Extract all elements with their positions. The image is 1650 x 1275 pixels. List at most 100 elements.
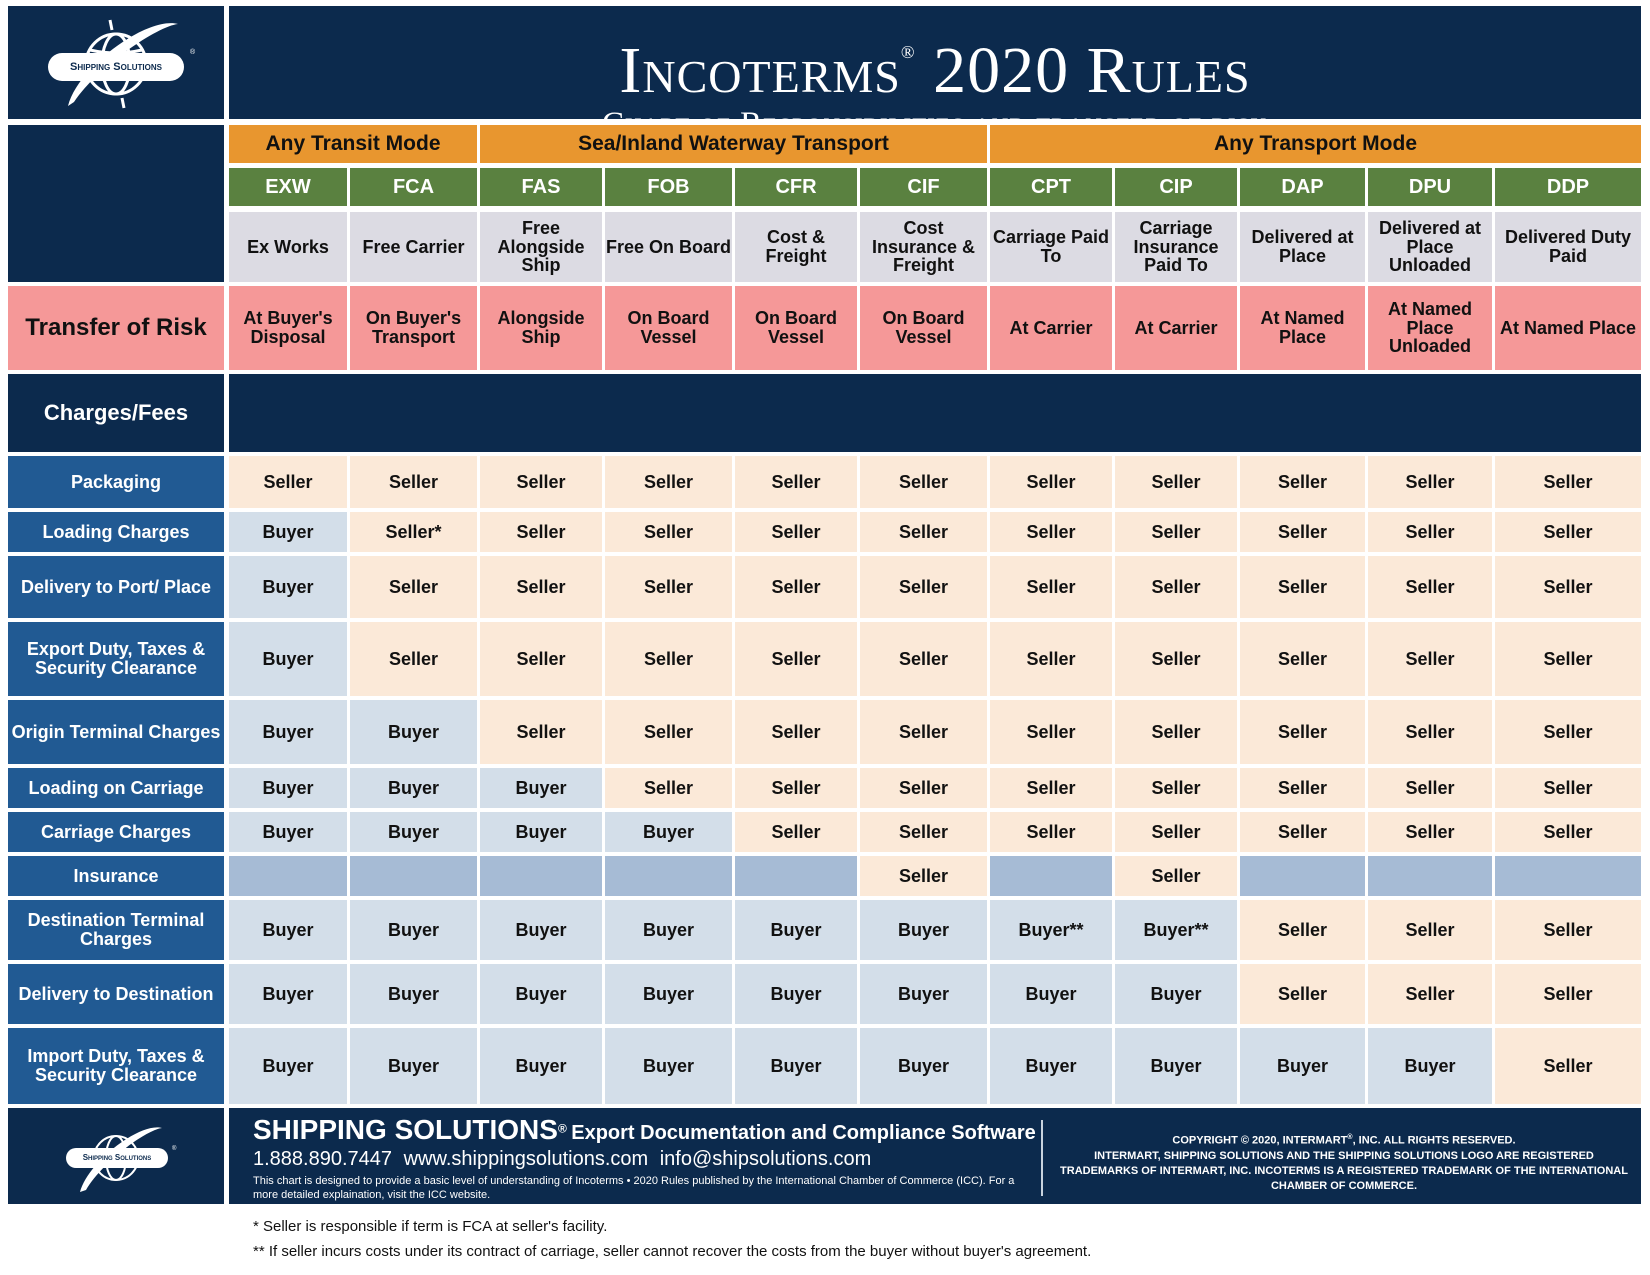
title-incoterms: Incoterms [619,34,901,107]
responsibility-cell [229,856,347,896]
responsibility-cell [480,856,602,896]
risk-transfer-fca: On Buyer's Transport [350,286,477,370]
logo-wordmark: Shipping Solutions [48,53,184,81]
responsibility-cell [735,856,857,896]
charge-row-label: Delivery to Port/ Place [8,556,224,618]
responsibility-cell: Seller [1240,512,1365,552]
responsibility-cell: Seller [605,456,732,508]
responsibility-cell: Seller [860,768,987,808]
footnote-double-asterisk: ** If seller incurs costs under its cont… [253,1243,1092,1260]
transfer-of-risk-label: Transfer of Risk [8,286,224,370]
responsibility-cell: Buyer [1115,1028,1237,1104]
responsibility-cell: Seller [1115,512,1237,552]
responsibility-cell: Seller [1240,700,1365,764]
responsibility-cell: Seller [1495,900,1641,960]
responsibility-cell: Buyer [605,812,732,852]
responsibility-cell: Seller [1368,900,1492,960]
responsibility-cell: Buyer [480,768,602,808]
risk-transfer-fob: On Board Vessel [605,286,732,370]
charge-row-label: Origin Terminal Charges [8,700,224,764]
responsibility-cell: Buyer [990,1028,1112,1104]
term-name-dap: Delivered at Place [1240,212,1365,282]
responsibility-cell: Seller [1495,768,1641,808]
term-name-dpu: Delivered at Place Unloaded [1368,212,1492,282]
copyright-line-1-rest: , INC. ALL RIGHTS RESERVED. [1352,1134,1516,1147]
responsibility-cell: Seller [1240,900,1365,960]
responsibility-cell: Buyer [350,964,477,1024]
responsibility-cell: Buyer [350,900,477,960]
brand-name: SHIPPING SOLUTIONS [253,1114,558,1145]
responsibility-cell: Seller [1240,964,1365,1024]
footer-divider [1041,1120,1043,1196]
responsibility-cell: Seller [605,512,732,552]
responsibility-cell: Buyer [735,1028,857,1104]
responsibility-cell: Seller [605,622,732,696]
charge-row-label: Loading on Carriage [8,768,224,808]
charge-row-label: Loading Charges [8,512,224,552]
risk-transfer-cfr: On Board Vessel [735,286,857,370]
responsibility-cell: Seller [1115,700,1237,764]
term-name-fas: Free Alongside Ship [480,212,602,282]
term-code-cfr: CFR [735,168,857,206]
term-name-ddp: Delivered Duty Paid [1495,212,1641,282]
transport-mode-header: Any Transport Mode [990,125,1641,163]
responsibility-cell: Buyer [229,700,347,764]
term-name-exw: Ex Works [229,212,347,282]
responsibility-cell: Buyer [350,700,477,764]
email-link[interactable]: info@shipsolutions.com [660,1148,872,1170]
responsibility-cell: Buyer [350,1028,477,1104]
charge-row-label: Destination Terminal Charges [8,900,224,960]
responsibility-cell: Buyer [735,900,857,960]
responsibility-cell: Seller [1495,700,1641,764]
corner-header-block [8,125,224,282]
brand-tagline: Export Documentation and Compliance Soft… [571,1122,1036,1144]
responsibility-cell: Seller* [350,512,477,552]
responsibility-cell: Seller [990,768,1112,808]
term-code-cpt: CPT [990,168,1112,206]
footer-info: SHIPPING SOLUTIONS® Export Documentation… [229,1108,1641,1204]
term-code-fca: FCA [350,168,477,206]
footer-logo-wordmark: Shipping Solutions [66,1148,168,1168]
responsibility-cell: Buyer [229,1028,347,1104]
responsibility-cell: Seller [860,512,987,552]
footer-disclaimer: This chart is designed to provide a basi… [253,1175,1015,1201]
responsibility-cell: Buyer [605,1028,732,1104]
responsibility-cell: Buyer [860,900,987,960]
charge-row-label: Import Duty, Taxes & Security Clearance [8,1028,224,1104]
responsibility-cell: Buyer [229,622,347,696]
phone-number[interactable]: 1.888.890.7447 [253,1148,392,1170]
responsibility-cell: Seller [350,556,477,618]
risk-transfer-exw: At Buyer's Disposal [229,286,347,370]
risk-transfer-dpu: At Named Place Unloaded [1368,286,1492,370]
responsibility-cell: Buyer [229,556,347,618]
page-title: Incoterms® 2020 Rules [229,16,1641,107]
responsibility-cell: Seller [480,622,602,696]
term-code-dpu: DPU [1368,168,1492,206]
svg-text:®: ® [172,1145,177,1152]
responsibility-cell: Seller [860,622,987,696]
responsibility-cell: Seller [1368,512,1492,552]
responsibility-cell: Seller [1495,812,1641,852]
responsibility-cell: Seller [860,856,987,896]
charge-row-label: Delivery to Destination [8,964,224,1024]
term-code-ddp: DDP [1495,168,1641,206]
responsibility-cell: Buyer [350,768,477,808]
term-code-exw: EXW [229,168,347,206]
header-logo: ® Shipping Solutions [8,6,224,119]
responsibility-cell: Seller [860,700,987,764]
responsibility-cell: Buyer [350,812,477,852]
responsibility-cell: Seller [860,556,987,618]
responsibility-cell: Seller [1368,700,1492,764]
responsibility-cell: Seller [350,622,477,696]
responsibility-cell: Seller [350,456,477,508]
responsibility-cell: Seller [990,812,1112,852]
responsibility-cell: Buyer [480,964,602,1024]
responsibility-cell: Seller [605,556,732,618]
responsibility-cell: Buyer [1240,1028,1365,1104]
website-link[interactable]: www.shippingsolutions.com [404,1148,649,1170]
responsibility-cell: Seller [480,556,602,618]
risk-transfer-dap: At Named Place [1240,286,1365,370]
term-name-cfr: Cost & Freight [735,212,857,282]
responsibility-cell: Seller [1368,812,1492,852]
responsibility-cell: Buyer [480,812,602,852]
